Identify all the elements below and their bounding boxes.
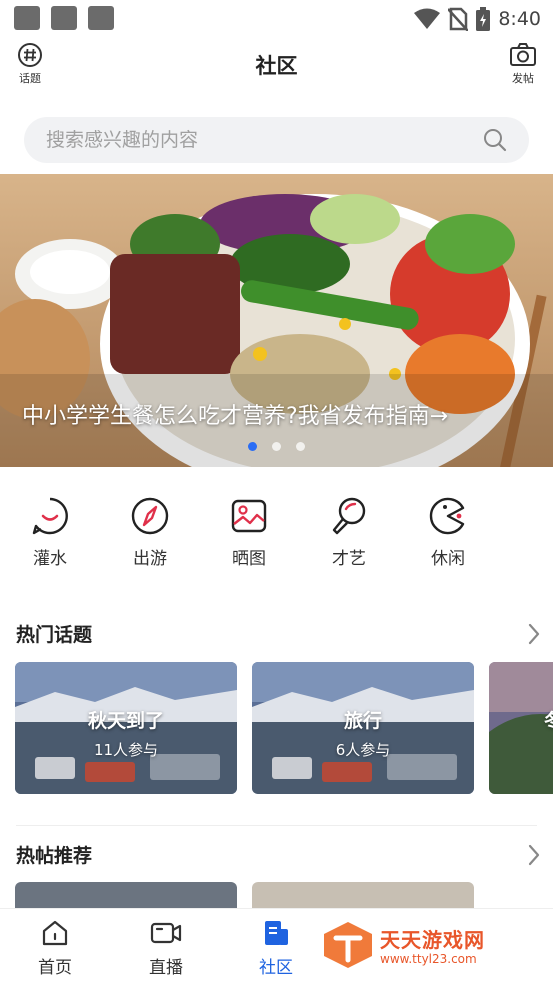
- wifi-icon: [414, 8, 441, 29]
- site-watermark: 天天游戏网 www.ttyl23.com: [320, 918, 520, 973]
- new-post-button-label: 发帖: [512, 72, 534, 85]
- video-icon: [150, 922, 182, 944]
- search-input[interactable]: [46, 117, 466, 163]
- hot-topics-header[interactable]: 热门话题: [16, 620, 541, 650]
- pacman-icon: [429, 497, 465, 535]
- nav-label: 直播: [149, 958, 183, 978]
- carousel-dot[interactable]: [296, 442, 305, 451]
- image-icon: [231, 499, 267, 533]
- nav-label: 首页: [38, 958, 72, 978]
- chevron-right-icon[interactable]: [527, 622, 541, 646]
- nav-community[interactable]: 社区: [236, 919, 316, 978]
- section-title: 热门话题: [16, 624, 93, 646]
- notification-icon: [51, 6, 77, 30]
- carousel-dot[interactable]: [272, 442, 281, 451]
- category-label: 出游: [133, 549, 167, 569]
- search-bar[interactable]: [24, 117, 529, 163]
- section-title: 热帖推荐: [16, 845, 93, 867]
- category-shaitu[interactable]: 晒图: [209, 496, 289, 569]
- battery-icon: [476, 7, 491, 31]
- nav-live[interactable]: 直播: [126, 919, 206, 978]
- category-chuyou[interactable]: 出游: [110, 496, 190, 569]
- banner-caption[interactable]: 中小学学生餐怎么吃才营养?我省发布指南→: [22, 398, 448, 430]
- category-label: 晒图: [232, 549, 266, 569]
- category-caiyi[interactable]: 才艺: [309, 496, 389, 569]
- notification-icon: [88, 6, 114, 30]
- topic-card[interactable]: 冬: [489, 662, 553, 794]
- carousel-dots: [0, 442, 553, 451]
- category-row: 灌水 出游 晒图 才艺 休闲: [0, 496, 553, 576]
- section-divider: [16, 825, 537, 826]
- new-post-button[interactable]: 发帖: [500, 42, 546, 86]
- nav-home[interactable]: 首页: [15, 919, 95, 978]
- watermark-url: www.ttyl23.com: [380, 952, 477, 966]
- category-label: 才艺: [332, 549, 366, 569]
- category-label: 灌水: [33, 549, 67, 569]
- status-time: 8:40: [498, 8, 541, 30]
- category-label: 休闲: [431, 549, 465, 569]
- nav-label: 社区: [259, 958, 293, 978]
- hot-posts-header[interactable]: 热帖推荐: [16, 841, 541, 871]
- camera-icon: [510, 43, 536, 66]
- topic-card[interactable]: 旅行 6人参与: [252, 662, 474, 794]
- hot-topics-list: 秋天到了 11人参与 旅行 6人参与 冬: [15, 662, 553, 794]
- topic-participants: 11人参与: [93, 741, 159, 759]
- topic-title: 冬: [544, 706, 553, 733]
- topic-title: 旅行: [343, 710, 382, 732]
- page-title: 社区: [255, 54, 298, 78]
- smile-bubble-icon: [32, 497, 68, 535]
- category-xiuxian[interactable]: 休闲: [408, 496, 488, 569]
- community-icon: [265, 921, 288, 945]
- home-icon: [42, 920, 68, 946]
- notification-icon: [14, 6, 40, 30]
- topic-title: 秋天到了: [87, 710, 164, 732]
- no-sim-icon: [448, 7, 469, 31]
- category-guanshui[interactable]: 灌水: [10, 496, 90, 569]
- topic-participants: 6人参与: [335, 741, 391, 759]
- compass-icon: [131, 497, 169, 535]
- topic-card[interactable]: 秋天到了 11人参与: [15, 662, 237, 794]
- carousel-dot[interactable]: [248, 442, 257, 451]
- app-header: 话题 社区 发帖: [0, 38, 553, 96]
- chevron-right-icon[interactable]: [527, 843, 541, 867]
- microphone-icon: [332, 497, 366, 535]
- watermark-logo-icon: [324, 922, 372, 968]
- watermark-title: 天天游戏网: [380, 928, 485, 952]
- status-bar: 8:40: [0, 0, 553, 38]
- search-icon[interactable]: [483, 128, 507, 152]
